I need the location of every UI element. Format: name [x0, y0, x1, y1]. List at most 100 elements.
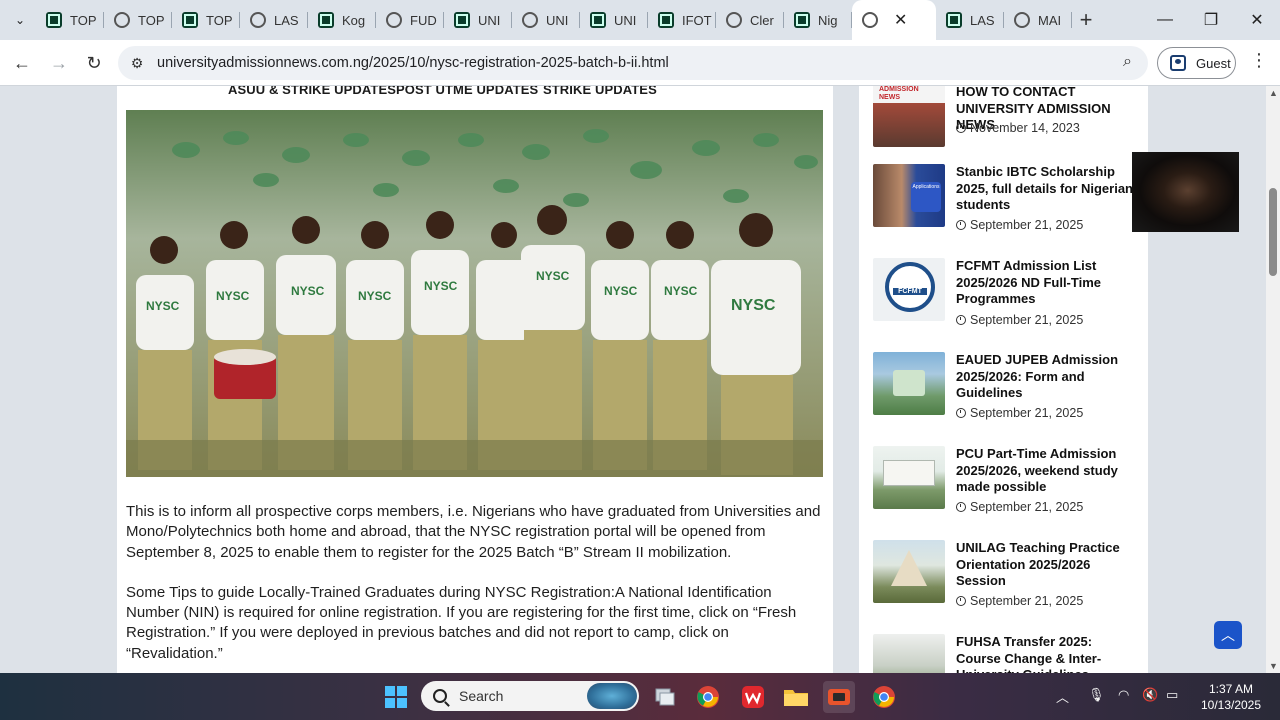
hero-badge-text: NYSC: [424, 279, 458, 293]
back-arrow-icon[interactable]: ←: [7, 48, 37, 78]
back-to-top-button[interactable]: ︿: [1214, 621, 1242, 649]
document-icon: [454, 12, 470, 28]
browser-tab[interactable]: Kog: [308, 0, 376, 40]
clock-icon: [956, 408, 966, 418]
taskbar-search-label: Search: [459, 688, 504, 704]
post-title[interactable]: FUHSA Transfer 2025: Course Change & Int…: [956, 634, 1138, 673]
tab-search-chevron-icon[interactable]: ⌄: [8, 8, 32, 32]
scrollbar-thumb[interactable]: [1269, 188, 1277, 276]
post-title[interactable]: UNILAG Teaching Practice Orientation 202…: [956, 540, 1138, 590]
taskbar-search[interactable]: Search: [421, 681, 639, 711]
post-thumbnail[interactable]: ADMISSION NEWS: [873, 86, 945, 147]
scroll-down-arrow-icon[interactable]: ▼: [1269, 661, 1278, 671]
post-date: September 21, 2025: [956, 500, 1083, 514]
post-title[interactable]: EAUED JUPEB Admission 2025/2026: Form an…: [956, 352, 1138, 402]
nav-link-post-utme[interactable]: POST UTME UPDATES: [396, 86, 538, 97]
clock-icon: [956, 220, 966, 230]
page-scrollbar[interactable]: ▲ ▼: [1266, 86, 1280, 673]
browser-toolbar: ← → ↻ ⚙ universityadmissionnews.com.ng/2…: [0, 40, 1280, 86]
sidebar-post[interactable]: Applications Stanbic IBTC Scholarship 20…: [873, 164, 1143, 244]
browser-tab-active[interactable]: ✕: [852, 0, 936, 40]
browser-tab[interactable]: IFOT: [648, 0, 716, 40]
zoom-search-icon[interactable]: ⌕: [1123, 53, 1132, 71]
post-thumbnail[interactable]: Applications: [873, 164, 945, 227]
system-clock[interactable]: 1:37 AM 10/13/2025: [1196, 681, 1266, 713]
browser-tab[interactable]: UNI: [444, 0, 512, 40]
clock-icon: [956, 596, 966, 606]
post-title[interactable]: PCU Part-Time Admission 2025/2026, weeke…: [956, 446, 1138, 496]
globe-icon: [386, 12, 402, 28]
globe-icon: [250, 12, 266, 28]
browser-tab[interactable]: FUD: [376, 0, 444, 40]
start-windows-icon[interactable]: [380, 681, 412, 713]
file-explorer-icon[interactable]: [780, 681, 812, 713]
post-title[interactable]: FCFMT Admission List 2025/2026 ND Full-T…: [956, 258, 1138, 308]
tab-list: TOP TOP TOP LAS Kog FUD UNI UNI UNI IFOT…: [36, 0, 1100, 40]
sidebar-post[interactable]: ADMISSION NEWS HOW TO CONTACT UNIVERSITY…: [873, 86, 1143, 164]
screen-recorder-icon[interactable]: [823, 681, 855, 713]
more-menu-icon[interactable]: ⋮: [1250, 50, 1268, 71]
post-thumbnail[interactable]: [873, 446, 945, 509]
globe-icon: [114, 12, 130, 28]
chrome-icon[interactable]: [692, 681, 724, 713]
tab-title: MAI: [1038, 12, 1062, 28]
wifi-icon[interactable]: ◠: [1118, 687, 1129, 703]
site-info-icon[interactable]: ⚙: [128, 54, 146, 72]
clock-icon: [956, 502, 966, 512]
chevron-up-icon: ︿: [1221, 627, 1235, 643]
url-text[interactable]: universityadmissionnews.com.ng/2025/10/n…: [157, 55, 669, 71]
sidebar-post[interactable]: FCFMT FCFMT Admission List 2025/2026 ND …: [873, 258, 1143, 338]
tab-title: LAS: [274, 12, 299, 28]
post-date: November 14, 2023: [956, 121, 1080, 135]
address-bar[interactable]: ⚙ universityadmissionnews.com.ng/2025/10…: [118, 46, 1148, 80]
sidebar-post[interactable]: EAUED JUPEB Admission 2025/2026: Form an…: [873, 352, 1143, 432]
browser-tab[interactable]: TOP: [104, 0, 172, 40]
post-thumbnail[interactable]: [873, 540, 945, 603]
clock-icon: [956, 123, 966, 133]
globe-icon: [522, 12, 538, 28]
search-icon: [433, 689, 447, 703]
browser-tab[interactable]: LAS: [936, 0, 1004, 40]
browser-tab[interactable]: Cler: [716, 0, 784, 40]
webcam-overlay: [1132, 152, 1239, 232]
sidebar-post[interactable]: PCU Part-Time Admission 2025/2026, weeke…: [873, 446, 1143, 526]
microphone-icon[interactable]: 🎙: [1088, 687, 1105, 703]
battery-icon[interactable]: ▭: [1166, 687, 1178, 703]
scroll-up-arrow-icon[interactable]: ▲: [1269, 88, 1278, 98]
browser-tab[interactable]: UNI: [512, 0, 580, 40]
sidebar-post[interactable]: FUHSA Transfer 2025: Course Change & Int…: [873, 634, 1143, 673]
browser-tab[interactable]: Nig: [784, 0, 852, 40]
category-nav: ASUU & STRIKE UPDATES POST UTME UPDATES …: [117, 86, 833, 104]
task-view-icon[interactable]: [649, 681, 681, 713]
tray-overflow-chevron-icon[interactable]: ︿: [1056, 687, 1069, 706]
post-date-text: September 21, 2025: [970, 406, 1084, 420]
wps-office-icon[interactable]: [737, 681, 769, 713]
restore-icon[interactable]: ❐: [1188, 0, 1234, 40]
post-thumbnail[interactable]: [873, 634, 945, 673]
profile-guest-button[interactable]: Guest: [1157, 47, 1236, 79]
new-tab-plus-icon[interactable]: +: [1072, 0, 1100, 40]
reload-icon[interactable]: ↻: [79, 48, 109, 78]
post-title[interactable]: Stanbic IBTC Scholarship 2025, full deta…: [956, 164, 1138, 214]
post-thumbnail[interactable]: [873, 352, 945, 415]
article-paragraph: This is to inform all prospective corps …: [126, 503, 821, 561]
nav-link-strike[interactable]: STRIKE UPDATES: [543, 86, 657, 97]
browser-tab[interactable]: TOP: [172, 0, 240, 40]
hero-badge-text: NYSC: [536, 269, 570, 283]
nav-link-asuu[interactable]: ASUU & STRIKE UPDATES: [228, 86, 396, 97]
minimize-icon[interactable]: —: [1142, 0, 1188, 40]
article-card: ASUU & STRIKE UPDATES POST UTME UPDATES …: [117, 86, 833, 673]
post-thumbnail[interactable]: FCFMT: [873, 258, 945, 321]
window-close-icon[interactable]: ✕: [1234, 0, 1280, 40]
browser-tab[interactable]: UNI: [580, 0, 648, 40]
tab-title: Kog: [342, 12, 366, 28]
volume-muted-icon[interactable]: 🔇: [1142, 687, 1158, 703]
forward-arrow-icon[interactable]: →: [44, 48, 74, 78]
sidebar-post[interactable]: UNILAG Teaching Practice Orientation 202…: [873, 540, 1143, 620]
tab-title: LAS: [970, 12, 995, 28]
chrome-active-icon[interactable]: [868, 681, 900, 713]
browser-tab[interactable]: MAI: [1004, 0, 1072, 40]
browser-tab[interactable]: LAS: [240, 0, 308, 40]
browser-tab[interactable]: TOP: [36, 0, 104, 40]
close-tab-icon[interactable]: ✕: [894, 10, 907, 30]
